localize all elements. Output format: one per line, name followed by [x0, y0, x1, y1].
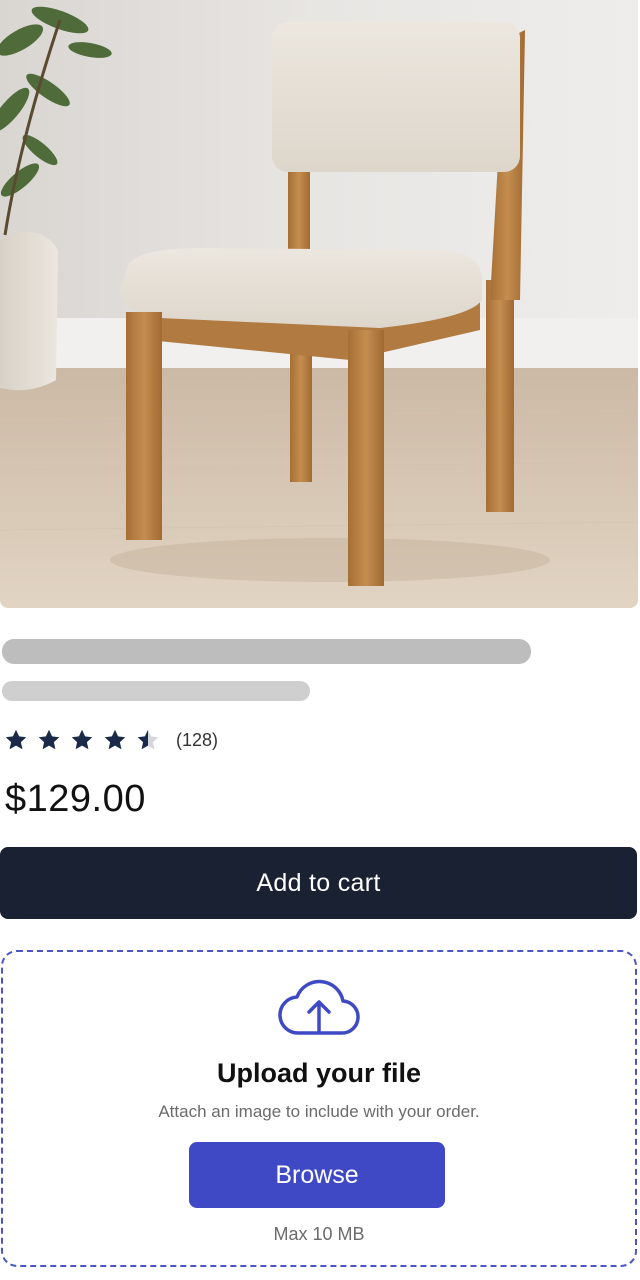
rating-count: (128)	[176, 729, 219, 750]
browse-button[interactable]: Browse	[189, 1142, 445, 1208]
subtitle-skeleton	[2, 681, 310, 701]
product-page: (128) $129.00 Add to cart Upload your fi…	[0, 0, 640, 1280]
product-rating: (128)	[4, 727, 218, 753]
star-icon	[4, 728, 28, 752]
star-icon	[103, 728, 127, 752]
max-size-hint: Max 10 MB	[273, 1224, 365, 1244]
product-price: $129.00	[5, 778, 146, 820]
cloud-upload-icon	[275, 977, 363, 1039]
title-skeleton	[2, 639, 531, 664]
upload-description: Attach an image to include with your ord…	[158, 1102, 480, 1121]
add-to-cart-button[interactable]: Add to cart	[0, 847, 637, 919]
file-upload-dropzone[interactable]: Upload your file Attach an image to incl…	[1, 950, 637, 1267]
star-icon	[70, 728, 94, 752]
star-icon	[37, 728, 61, 752]
star-half-icon	[136, 728, 160, 752]
product-image	[0, 0, 638, 608]
upload-title: Upload your file	[216, 1058, 422, 1088]
